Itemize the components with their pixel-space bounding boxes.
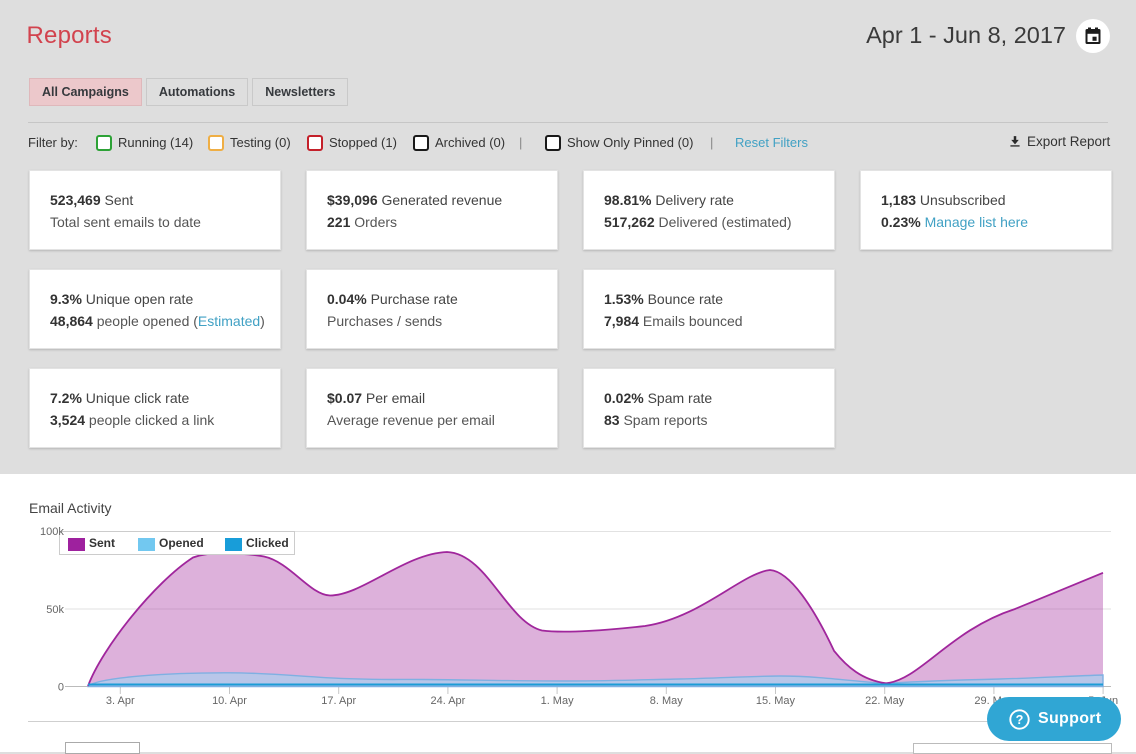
svg-text:?: ?	[1016, 713, 1024, 727]
svg-text:10. Apr: 10. Apr	[212, 695, 247, 707]
svg-text:1. May: 1. May	[541, 695, 575, 707]
svg-text:0: 0	[58, 682, 64, 694]
svg-text:17. Apr: 17. Apr	[321, 695, 356, 707]
svg-text:24. Apr: 24. Apr	[430, 695, 465, 707]
svg-text:3. Apr: 3. Apr	[106, 695, 135, 707]
svg-text:8. May: 8. May	[650, 695, 684, 707]
svg-text:50k: 50k	[46, 604, 64, 616]
svg-text:15. May: 15. May	[756, 695, 796, 707]
svg-text:22. May: 22. May	[865, 695, 905, 707]
